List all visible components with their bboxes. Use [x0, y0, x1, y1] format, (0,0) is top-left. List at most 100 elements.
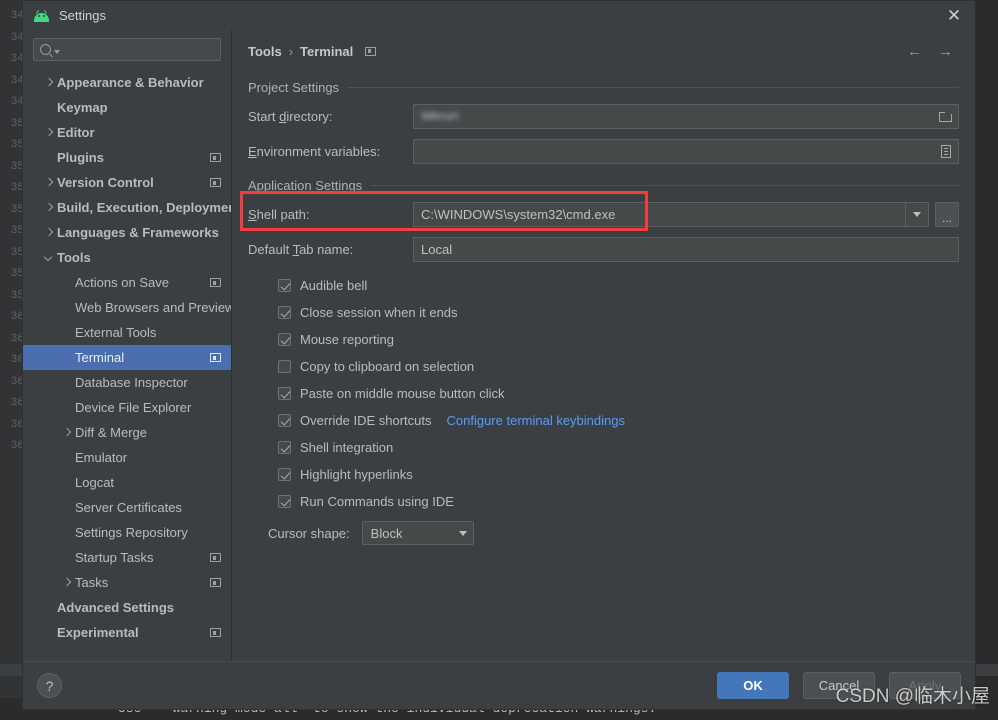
cursor-shape-select[interactable]: Block — [361, 521, 474, 545]
search-box[interactable] — [33, 38, 221, 61]
chevron-closed-icon[interactable] — [61, 427, 72, 438]
chevron-closed-icon[interactable] — [43, 127, 54, 138]
checkbox-close-session-when-it-ends[interactable] — [278, 306, 291, 319]
shell-path-label: Shell path: — [248, 207, 310, 222]
sidebar-item-settings-repository[interactable]: Settings Repository — [23, 520, 231, 545]
close-icon[interactable]: ✕ — [939, 3, 969, 29]
chevron-open-icon[interactable] — [43, 252, 54, 263]
help-button[interactable]: ? — [37, 673, 62, 698]
line-number: 35 — [10, 117, 24, 130]
configure-terminal-keybindings-link[interactable]: Configure terminal keybindings — [447, 413, 625, 428]
sidebar-item-logcat[interactable]: Logcat — [23, 470, 231, 495]
sidebar-item-device-file-explorer[interactable]: Device File Explorer — [23, 395, 231, 420]
checkbox-label[interactable]: Run Commands using IDE — [300, 494, 454, 509]
checkbox-label[interactable]: Copy to clipboard on selection — [300, 359, 474, 374]
checkbox-audible-bell[interactable] — [278, 279, 291, 292]
sidebar-item-tasks[interactable]: Tasks — [23, 570, 231, 595]
chevron-closed-icon[interactable] — [43, 177, 54, 188]
shell-path-combobox[interactable]: C:\WINDOWS\system32\cmd.exe — [413, 202, 929, 227]
checkbox-label[interactable]: Highlight hyperlinks — [300, 467, 413, 482]
sidebar-item-web-browsers-and-preview[interactable]: Web Browsers and Preview — [23, 295, 231, 320]
sidebar-item-actions-on-save[interactable]: Actions on Save — [23, 270, 231, 295]
sidebar-item-label: Terminal — [75, 350, 125, 365]
chevron-down-icon — [458, 530, 467, 536]
checkbox-highlight-hyperlinks[interactable] — [278, 468, 291, 481]
checkbox-row-run-commands-using-ide: Run Commands using IDE — [248, 488, 959, 515]
checkbox-label[interactable]: Mouse reporting — [300, 332, 394, 347]
sidebar-item-label: Tasks — [75, 575, 109, 590]
back-arrow-icon[interactable]: ← — [907, 44, 922, 59]
line-number: 35 — [10, 139, 24, 151]
sidebar-item-database-inspector[interactable]: Database Inspector — [23, 370, 231, 395]
checkbox-label[interactable]: Close session when it ends — [300, 305, 458, 320]
application-settings-title: Application Settings — [248, 178, 363, 193]
sidebar-item-languages-frameworks[interactable]: Languages & Frameworks — [23, 220, 231, 245]
chevron-closed-icon[interactable] — [43, 202, 54, 213]
line-number: 36 — [10, 354, 24, 366]
terminal-options-list: Audible bell Close session when it ends Mo… — [248, 272, 959, 515]
checkbox-mouse-reporting[interactable] — [278, 333, 291, 346]
sidebar-item-emulator[interactable]: Emulator — [23, 445, 231, 470]
checkbox-paste-on-middle-mouse-button-click[interactable] — [278, 387, 291, 400]
sidebar-item-diff-merge[interactable]: Diff & Merge — [23, 420, 231, 445]
environment-variables-field[interactable] — [413, 139, 959, 164]
checkbox-run-commands-using-ide[interactable] — [278, 495, 291, 508]
sidebar-item-appearance-behavior[interactable]: Appearance & Behavior — [23, 70, 231, 95]
sidebar-item-experimental[interactable]: Experimental — [23, 620, 231, 645]
sidebar-item-external-tools[interactable]: External Tools — [23, 320, 231, 345]
checkbox-label[interactable]: Override IDE shortcuts — [300, 413, 432, 428]
line-number: 36 — [10, 418, 24, 431]
sidebar-item-label: Database Inspector — [75, 375, 188, 390]
checkbox-label[interactable]: Shell integration — [300, 440, 393, 455]
sidebar-item-server-certificates[interactable]: Server Certificates — [23, 495, 231, 520]
checkbox-label[interactable]: Paste on middle mouse button click — [300, 386, 505, 401]
sidebar-item-label: Version Control — [57, 175, 154, 190]
sidebar-item-version-control[interactable]: Version Control — [23, 170, 231, 195]
folder-icon[interactable] — [938, 109, 954, 125]
chevron-closed-icon[interactable] — [61, 577, 72, 588]
shell-path-value[interactable]: C:\WINDOWS\system32\cmd.exe — [414, 203, 905, 226]
line-number: 36 — [10, 311, 24, 323]
checkbox-override-ide-shortcuts[interactable] — [278, 414, 291, 427]
chevron-down-icon[interactable] — [905, 203, 928, 226]
search-input[interactable] — [60, 41, 221, 58]
sidebar-item-terminal[interactable]: Terminal — [23, 345, 231, 370]
cancel-button[interactable]: Cancel — [803, 672, 875, 699]
sidebar-item-startup-tasks[interactable]: Startup Tasks — [23, 545, 231, 570]
sidebar-item-build-execution-deployment[interactable]: Build, Execution, Deployment — [23, 195, 231, 220]
sidebar-item-plugins[interactable]: Plugins — [23, 145, 231, 170]
sidebar-item-tools[interactable]: Tools — [23, 245, 231, 270]
ok-button[interactable]: OK — [717, 672, 789, 699]
shell-path-browse-button[interactable]: ... — [935, 202, 959, 227]
nav-buttons: ← → — [907, 44, 959, 59]
breadcrumb-leaf: Terminal — [300, 43, 354, 59]
sidebar-item-editor[interactable]: Editor — [23, 120, 231, 145]
default-tab-name-field[interactable]: Local — [413, 237, 959, 262]
chevron-closed-icon[interactable] — [43, 77, 54, 88]
apply-button: Apply — [889, 672, 961, 699]
checkbox-label[interactable]: Audible bell — [300, 278, 367, 293]
line-number: 34 — [10, 96, 24, 108]
sidebar-item-label: Appearance & Behavior — [57, 75, 204, 90]
project-settings-title: Project Settings — [248, 80, 340, 95]
sidebar-item-label: Experimental — [57, 625, 139, 640]
dialog-title: Settings — [59, 8, 106, 23]
line-number: 34 — [10, 53, 24, 65]
list-icon[interactable] — [938, 144, 954, 160]
sidebar-item-keymap[interactable]: Keymap — [23, 95, 231, 120]
checkbox-shell-integration[interactable] — [278, 441, 291, 454]
breadcrumb-root[interactable]: Tools — [248, 44, 282, 59]
start-directory-row: Start directory: \Mirror\ — [248, 104, 959, 129]
sidebar-item-advanced-settings[interactable]: Advanced Settings — [23, 595, 231, 620]
chevron-closed-icon[interactable] — [43, 227, 54, 238]
forward-arrow-icon[interactable]: → — [938, 44, 953, 59]
project-scope-icon — [210, 553, 221, 562]
checkbox-copy-to-clipboard-on-selection[interactable] — [278, 360, 291, 373]
default-tab-name-row: Default Tab name: Local — [248, 237, 959, 262]
line-number: 36 — [10, 440, 24, 452]
start-directory-field[interactable]: \Mirror\ — [413, 104, 959, 129]
